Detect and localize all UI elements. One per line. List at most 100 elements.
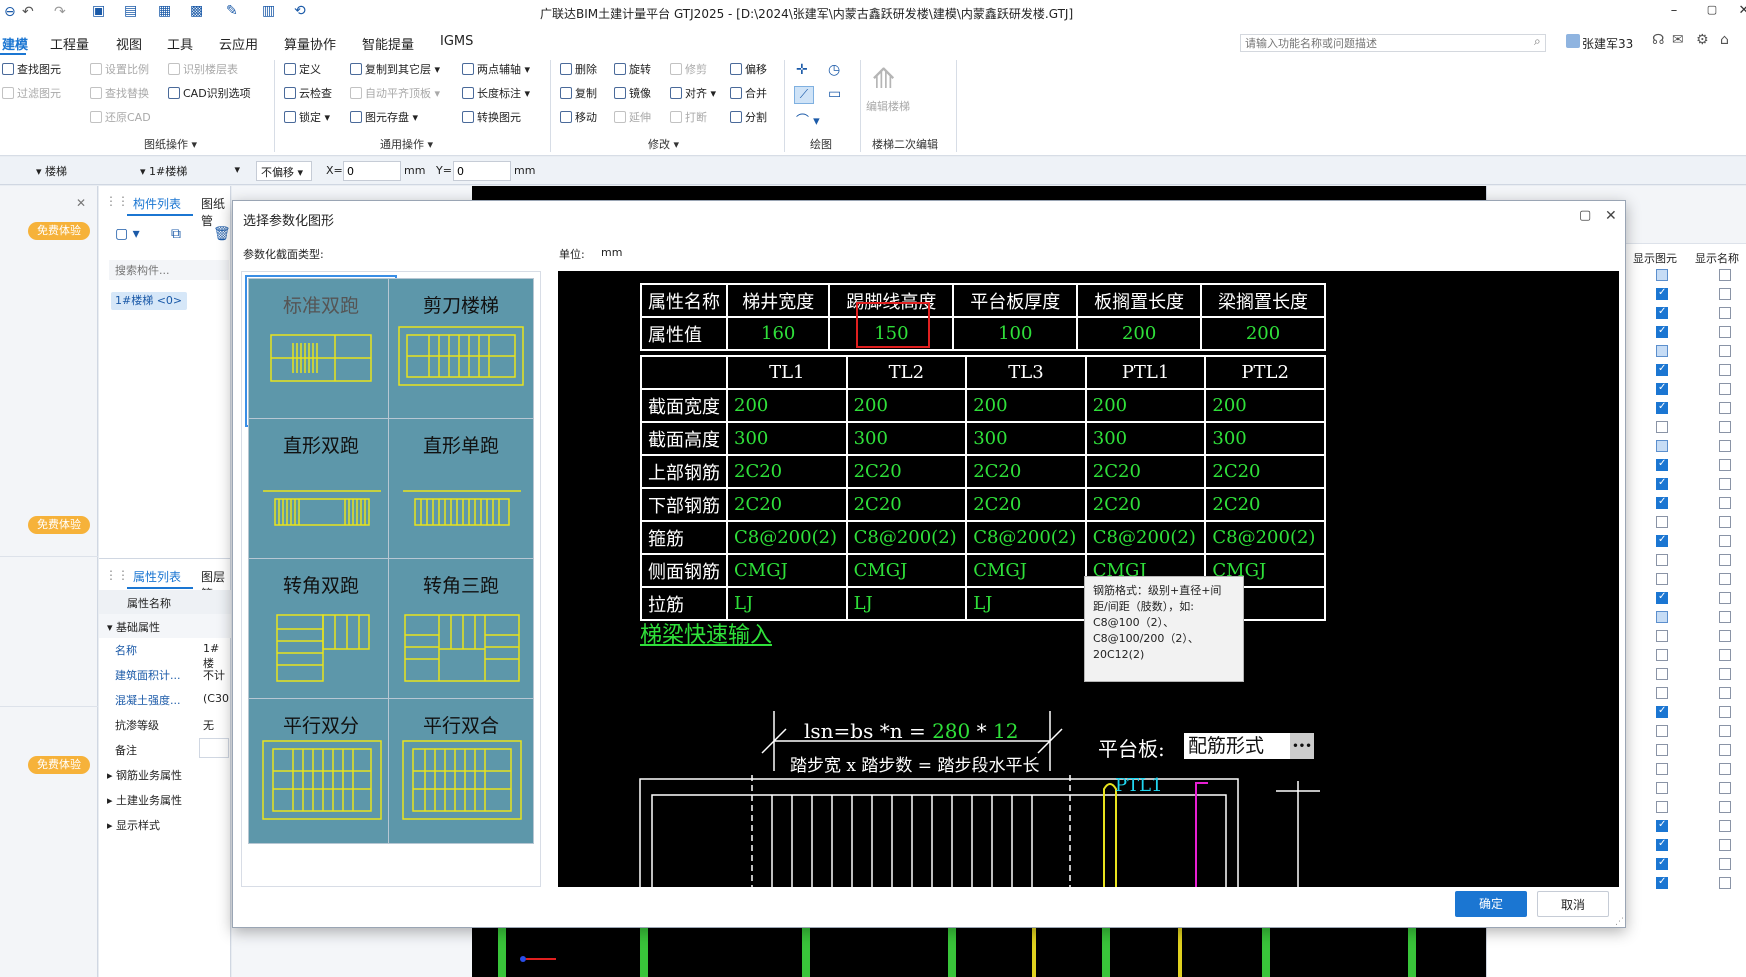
property-value[interactable]: 不计 — [203, 667, 225, 683]
thumb-standard-double-run[interactable]: 标准双跑 — [245, 275, 397, 427]
beam-value-cell[interactable]: 300 — [965, 421, 1087, 456]
beam-value-cell[interactable]: 200 — [726, 388, 848, 423]
beam-value-cell[interactable]: 2C20 — [845, 454, 968, 489]
beam-value-cell[interactable]: 2C20 — [1084, 487, 1207, 522]
convert-element-button[interactable]: 转换图元 — [462, 111, 521, 125]
redo-icon[interactable]: ↷ — [54, 4, 66, 20]
show-element-checkbox[interactable] — [1656, 516, 1668, 528]
show-name-checkbox[interactable] — [1719, 459, 1731, 471]
free-trial-badge[interactable]: 免费体验 — [28, 756, 90, 774]
grid-icon[interactable]: ▦ — [158, 3, 171, 19]
show-element-checkbox[interactable] — [1656, 649, 1668, 661]
group-modify-label[interactable]: 修改 ▾ — [648, 136, 679, 152]
beam-rest-length-value[interactable]: 200 — [1200, 316, 1326, 351]
show-element-checkbox[interactable] — [1656, 382, 1668, 395]
beam-value-cell[interactable]: 2C20 — [1084, 454, 1207, 489]
show-name-checkbox[interactable] — [1719, 288, 1731, 300]
two-point-axis-button[interactable]: 两点辅轴 ▾ — [462, 63, 530, 77]
show-name-checkbox[interactable] — [1719, 858, 1731, 870]
component-item[interactable]: 1#楼梯 <0> — [111, 292, 187, 310]
menu-smart[interactable]: 智能提量 — [362, 34, 414, 53]
show-name-checkbox[interactable] — [1719, 421, 1731, 433]
copy-button[interactable]: 复制 — [560, 87, 597, 101]
show-name-checkbox[interactable] — [1719, 706, 1731, 718]
move-button[interactable]: 移动 — [560, 111, 597, 125]
copy-to-floor-button[interactable]: 复制到其它层 ▾ — [350, 63, 440, 77]
beam-value-cell[interactable]: 300 — [1084, 421, 1207, 456]
show-element-checkbox[interactable] — [1656, 763, 1668, 775]
show-element-checkbox[interactable] — [1656, 345, 1668, 357]
show-element-checkbox[interactable] — [1656, 363, 1668, 376]
thumb-parallel-merge[interactable]: 平行双合 — [388, 698, 534, 844]
show-element-checkbox[interactable] — [1656, 705, 1668, 718]
beam-value-cell[interactable]: 2C20 — [1204, 454, 1326, 489]
show-name-checkbox[interactable] — [1719, 763, 1731, 775]
show-name-checkbox[interactable] — [1719, 573, 1731, 585]
beam-value-cell[interactable]: 300 — [1204, 421, 1326, 456]
identify-floor-table-button[interactable]: 识别楼层表 — [168, 63, 238, 77]
drag-handle-icon[interactable]: ⋮⋮ — [105, 194, 129, 208]
thumb-corner-double-run[interactable]: 转角双跑 — [248, 558, 394, 704]
show-name-checkbox[interactable] — [1719, 725, 1731, 737]
beam-value-cell[interactable]: 2C20 — [965, 487, 1087, 522]
floor-icon[interactable]: ▥ — [262, 3, 275, 19]
show-element-checkbox[interactable] — [1656, 725, 1668, 737]
avatar[interactable] — [1566, 34, 1580, 48]
resize-grip-icon[interactable]: ⋰ — [1615, 917, 1624, 927]
show-element-checkbox[interactable] — [1656, 287, 1668, 300]
menu-collab[interactable]: 算量协作 — [284, 34, 336, 53]
remark-input[interactable] — [199, 738, 229, 758]
beam-value-cell[interactable]: CMGJ — [845, 553, 968, 588]
align-button[interactable]: 对齐 ▾ — [670, 87, 716, 101]
line-draw-icon[interactable]: ⟋ — [794, 86, 814, 104]
show-name-checkbox[interactable] — [1719, 402, 1731, 414]
show-name-checkbox[interactable] — [1719, 364, 1731, 376]
gear-icon[interactable]: ⚙ — [1696, 32, 1709, 48]
function-search-input[interactable] — [1240, 34, 1546, 52]
show-element-checkbox[interactable] — [1656, 496, 1668, 509]
undo-icon[interactable]: ↶ — [22, 4, 34, 20]
beam-value-cell[interactable]: C8@200(2) — [1204, 520, 1326, 555]
show-name-checkbox[interactable] — [1719, 345, 1731, 357]
show-name-checkbox[interactable] — [1719, 801, 1731, 813]
show-element-checkbox[interactable] — [1656, 591, 1668, 604]
thumb-straight-single-run[interactable]: 直形单跑 — [388, 418, 534, 564]
beam-value-cell[interactable]: C8@200(2) — [726, 520, 848, 555]
show-name-checkbox[interactable] — [1719, 592, 1731, 604]
search-icon[interactable]: ⌕ — [1534, 34, 1541, 49]
menu-tools[interactable]: 工具 — [167, 34, 193, 53]
edit-icon[interactable]: ✎ — [226, 3, 238, 19]
component-select[interactable]: ▾ 1#楼梯 ▾ — [136, 161, 244, 181]
beam-value-cell[interactable]: C8@200(2) — [965, 520, 1087, 555]
show-element-checkbox[interactable] — [1656, 801, 1668, 813]
arc-draw-icon[interactable]: ⌒ ▾ — [796, 110, 820, 129]
sync-icon[interactable]: ⟲ — [294, 3, 306, 19]
menu-quantity[interactable]: 工程量 — [50, 34, 89, 53]
show-name-checkbox[interactable] — [1719, 687, 1731, 699]
beam-value-cell[interactable]: 300 — [845, 421, 968, 456]
close-button[interactable]: ✕ — [1734, 3, 1746, 21]
type-select[interactable]: ▾ 楼梯 — [32, 161, 144, 181]
show-name-checkbox[interactable] — [1719, 269, 1731, 281]
component-search-input[interactable] — [109, 260, 229, 280]
show-name-checkbox[interactable] — [1719, 782, 1731, 794]
tab-property-list[interactable]: 属性列表 — [133, 568, 181, 585]
show-name-checkbox[interactable] — [1719, 877, 1731, 889]
pin-icon[interactable]: ⌂ — [1720, 32, 1729, 48]
show-element-checkbox[interactable] — [1656, 269, 1668, 281]
show-name-checkbox[interactable] — [1719, 307, 1731, 319]
show-element-checkbox[interactable] — [1656, 687, 1668, 699]
merge-button[interactable]: 合并 — [730, 87, 767, 101]
show-element-checkbox[interactable] — [1656, 534, 1668, 547]
menu-igms[interactable]: IGMS — [440, 34, 473, 49]
show-element-checkbox[interactable] — [1656, 782, 1668, 794]
beam-quick-input-link[interactable]: 梯梁快速输入 — [640, 617, 772, 649]
show-name-checkbox[interactable] — [1719, 649, 1731, 661]
beam-value-cell[interactable]: 200 — [965, 388, 1087, 423]
find-element-button[interactable]: 查找图元 — [2, 63, 61, 77]
more-button[interactable]: ··· — [1290, 733, 1314, 759]
show-element-checkbox[interactable] — [1656, 440, 1668, 452]
beam-value-cell[interactable]: CMGJ — [965, 553, 1087, 588]
show-element-checkbox[interactable] — [1656, 744, 1668, 756]
property-value[interactable]: 无 — [203, 717, 214, 733]
